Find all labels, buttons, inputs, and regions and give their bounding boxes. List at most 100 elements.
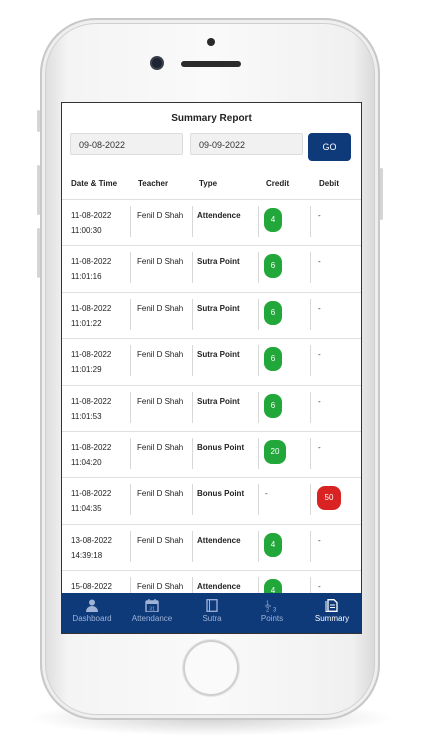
svg-text:2: 2 (266, 608, 270, 613)
column-divider (310, 206, 311, 237)
row-teacher: Fenil D Shah (137, 396, 184, 406)
row-debit: - (318, 582, 321, 592)
column-divider (258, 484, 259, 516)
app-screen: Summary Report 09-08-2022 09-09-2022 GO … (61, 102, 362, 634)
row-credit: - (265, 489, 268, 499)
row-date: 11-08-2022 (71, 396, 112, 406)
row-type: Sutra Point (197, 257, 240, 267)
table-row: 11-08-2022 11:01:53 Fenil D Shah Sutra Poin… (62, 384, 361, 432)
row-time: 14:39:18 (71, 550, 103, 560)
row-type: Sutra Point (197, 350, 240, 360)
row-teacher: Fenil D Shah (137, 535, 184, 545)
row-debit: - (318, 443, 321, 452)
calendar-icon: 31 (145, 599, 159, 612)
column-divider (130, 530, 131, 562)
column-divider (130, 298, 131, 330)
credit-badge: 6 (264, 300, 282, 325)
tab-summary[interactable]: Summary (302, 593, 361, 633)
column-divider (192, 298, 193, 330)
column-divider (310, 252, 311, 284)
tab-label: Dashboard (72, 614, 112, 623)
column-divider (130, 438, 131, 469)
tab-sutra[interactable]: Sutra (182, 593, 242, 633)
row-time: 11:01:53 (71, 411, 102, 421)
row-type: Bonus Point (197, 443, 245, 452)
column-divider (310, 484, 311, 516)
header-debit: Debit (319, 179, 339, 188)
header-credit: Credit (266, 179, 290, 188)
tab-attendance[interactable]: 31 Attendance (122, 593, 182, 633)
column-divider (192, 345, 193, 377)
row-debit: - (318, 211, 321, 220)
row-teacher: Fenil D Shah (137, 489, 184, 499)
tab-dashboard[interactable]: Dashboard (62, 593, 122, 633)
credit-badge: 6 (264, 393, 282, 418)
row-date: 11-08-2022 (71, 257, 112, 267)
table-row: 11-08-2022 11:04:20 Fenil D Shah Bonus Poin… (62, 431, 361, 478)
credit-badge: 20 (264, 440, 286, 464)
book-icon (206, 599, 218, 612)
column-divider (310, 345, 311, 377)
column-divider (130, 252, 131, 284)
header-type: Type (199, 179, 218, 188)
row-debit: - (318, 257, 321, 267)
credit-badge: 4 (264, 208, 282, 232)
row-teacher: Fenil D Shah (137, 303, 184, 313)
credit-badge: 4 (264, 532, 282, 557)
document-icon (325, 599, 338, 612)
row-type: Sutra Point (197, 396, 240, 406)
row-debit: - (318, 303, 321, 313)
column-divider (192, 484, 193, 516)
svg-text:31: 31 (149, 607, 155, 613)
column-divider (192, 391, 193, 423)
svg-text:3: 3 (273, 608, 277, 613)
row-date: 11-08-2022 (71, 350, 112, 360)
column-divider (310, 530, 311, 562)
power-button (380, 168, 383, 220)
row-date: 11-08-2022 (71, 489, 112, 499)
row-date: 11-08-2022 (71, 303, 112, 313)
column-divider (192, 438, 193, 469)
row-teacher: Fenil D Shah (137, 443, 184, 452)
tab-label: Points (260, 614, 284, 623)
bottom-tab-bar: Dashboard 31 Attendance Sutra 123 Points… (62, 593, 361, 633)
column-divider (258, 345, 259, 377)
to-date-field[interactable]: 09-09-2022 (190, 133, 303, 155)
column-divider (258, 252, 259, 284)
table-row: 11-08-2022 11:01:29 Fenil D Shah Sutra Poin… (62, 338, 361, 385)
from-date-field[interactable]: 09-08-2022 (70, 133, 183, 155)
mute-switch (37, 110, 40, 132)
row-time: 11:01:22 (71, 318, 102, 328)
numbers-icon: 12 3 (265, 601, 277, 613)
row-time: 11:01:16 (71, 272, 102, 282)
table-row: 11-08-2022 11:00:30 Fenil D Shah Attendence… (62, 199, 361, 246)
row-teacher: Fenil D Shah (137, 257, 184, 267)
credit-badge: 6 (264, 347, 282, 372)
earpiece-speaker (181, 61, 241, 67)
column-divider (192, 206, 193, 237)
row-date: 15-08-2022 (71, 582, 112, 592)
person-icon (86, 599, 98, 612)
page-title: Summary Report (171, 113, 252, 124)
column-divider (130, 206, 131, 237)
row-teacher: Fenil D Shah (137, 582, 184, 592)
proximity-sensor (207, 38, 215, 46)
table-row: 11-08-2022 11:01:16 Fenil D Shah Sutra Poin… (62, 245, 361, 292)
home-button[interactable] (183, 640, 239, 696)
tab-points[interactable]: 123 Points (242, 593, 302, 633)
row-date: 13-08-2022 (71, 535, 112, 545)
row-type: Attendence (197, 211, 241, 220)
volume-up-button (37, 165, 40, 215)
row-date: 11-08-2022 (71, 443, 112, 452)
table-row: 11-08-2022 11:04:35 Fenil D Shah Bonus Poin… (62, 477, 361, 524)
table-row: 13-08-2022 14:39:18 Fenil D Shah Attendence… (62, 523, 361, 571)
header-teacher: Teacher (138, 179, 169, 188)
column-divider (310, 391, 311, 423)
row-debit: - (318, 350, 321, 360)
go-button[interactable]: GO (308, 133, 351, 161)
row-type: Attendence (197, 535, 241, 545)
column-divider (258, 530, 259, 562)
header-date-time: Date & Time (71, 179, 118, 188)
row-debit: - (318, 396, 321, 406)
column-divider (258, 391, 259, 423)
